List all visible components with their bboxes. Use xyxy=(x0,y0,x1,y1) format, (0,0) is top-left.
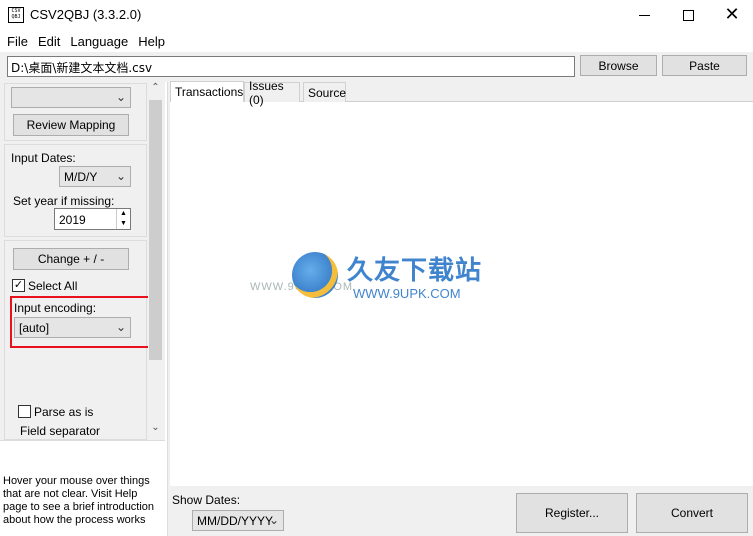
file-path-input[interactable]: D:\桌面\新建文本文档.csv xyxy=(7,56,575,77)
parse-as-is-checkbox[interactable] xyxy=(18,405,31,418)
red-highlight-box xyxy=(10,296,156,348)
tab-transactions[interactable]: Transactions xyxy=(170,81,244,102)
close-icon: ✕ xyxy=(724,4,740,25)
menu-help[interactable]: Help xyxy=(133,34,170,49)
menu-bar: File Edit Language Help xyxy=(0,30,753,52)
change-sign-button[interactable]: Change + / - xyxy=(13,248,129,270)
scroll-down-icon[interactable]: ⌄ xyxy=(148,422,163,438)
app-icon: CSV QBJ xyxy=(8,7,24,23)
maximize-button[interactable] xyxy=(666,0,710,30)
select-all-label: Select All xyxy=(28,279,78,293)
chevron-down-icon: ⌄ xyxy=(268,513,279,527)
show-dates-label: Show Dates: xyxy=(172,493,241,507)
year-value: 2019 xyxy=(59,213,86,227)
close-button[interactable]: ✕ xyxy=(710,0,753,30)
set-year-label: Set year if missing: xyxy=(13,194,115,208)
title-bar: CSV QBJ CSV2QBJ (3.3.2.0) ✕ xyxy=(0,0,753,30)
left-scrollbar[interactable]: ⌃ ⌄ xyxy=(148,82,163,440)
tab-issues[interactable]: Issues (0) xyxy=(244,79,300,107)
help-panel: Hover your mouse over things that are no… xyxy=(0,440,165,536)
browse-button[interactable]: Browse xyxy=(580,55,657,76)
show-dates-select[interactable]: MM/DD/YYYY ⌄ xyxy=(192,510,284,531)
scroll-up-icon[interactable]: ⌃ xyxy=(148,82,163,98)
watermark-title: 久友下载站 xyxy=(347,256,483,286)
show-dates-value: MM/DD/YYYY xyxy=(197,514,274,528)
maximize-icon xyxy=(682,9,694,21)
review-mapping-button[interactable]: Review Mapping xyxy=(13,114,129,136)
parse-as-is-label: Parse as is xyxy=(34,405,94,419)
field-separator-label: Field separator xyxy=(20,424,101,438)
spin-up-icon[interactable]: ▲ xyxy=(117,209,130,219)
main-panel: WWW.9UPK.COM 久友下载站 WWW.9UPK.COM Transact… xyxy=(167,79,753,536)
menu-edit[interactable]: Edit xyxy=(33,34,65,49)
menu-file[interactable]: File xyxy=(2,34,33,49)
spinner-arrows[interactable]: ▲ ▼ xyxy=(116,209,130,229)
watermark-url: WWW.9UPK.COM xyxy=(353,286,461,301)
tab-source[interactable]: Source xyxy=(303,82,346,102)
year-spinner[interactable]: 2019 ▲ ▼ xyxy=(54,208,131,230)
date-format-value: M/D/Y xyxy=(64,170,98,184)
convert-button[interactable]: Convert xyxy=(636,493,748,533)
minimize-button[interactable] xyxy=(622,0,666,30)
chevron-down-icon: ⌄ xyxy=(115,169,126,183)
select-all-checkbox[interactable]: ✓ xyxy=(12,279,25,292)
menu-language[interactable]: Language xyxy=(65,34,133,49)
help-text: Hover your mouse over things that are no… xyxy=(3,475,155,526)
minimize-icon xyxy=(638,14,650,16)
watermark: WWW.9UPK.COM 久友下载站 WWW.9UPK.COM xyxy=(250,247,580,317)
paste-button[interactable]: Paste xyxy=(662,55,747,76)
transactions-content: WWW.9UPK.COM 久友下载站 WWW.9UPK.COM xyxy=(170,101,753,486)
checkmark-icon: ✓ xyxy=(13,279,24,291)
watermark-logo-icon xyxy=(292,252,338,298)
register-button[interactable]: Register... xyxy=(516,493,628,533)
input-dates-label: Input Dates: xyxy=(11,151,76,165)
chevron-down-icon: ⌄ xyxy=(115,90,126,104)
date-format-select[interactable]: M/D/Y ⌄ xyxy=(59,166,131,187)
mapping-select[interactable]: ⌄ xyxy=(11,87,131,108)
window-title: CSV2QBJ (3.3.2.0) xyxy=(30,7,142,22)
spin-down-icon[interactable]: ▼ xyxy=(117,219,130,229)
scrollbar-thumb[interactable] xyxy=(149,100,162,360)
